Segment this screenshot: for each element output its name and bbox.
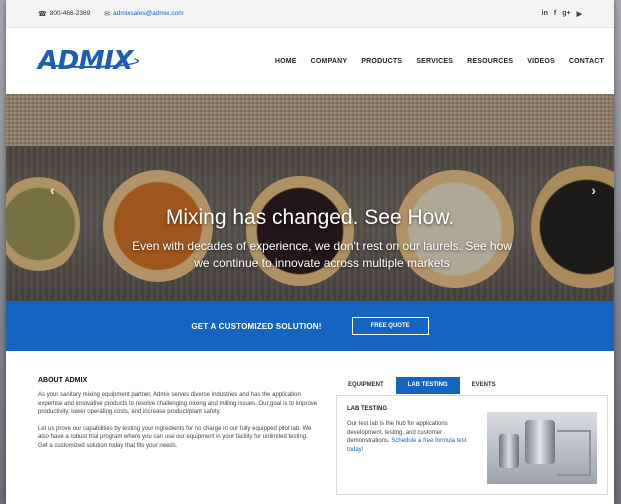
linkedin-icon[interactable]: in bbox=[542, 10, 548, 18]
tab-equipment[interactable]: EQUIPMENT bbox=[336, 377, 396, 394]
social-links: in f g+ ▶ bbox=[542, 10, 582, 18]
website-frame: ☎ 800-466-2369 ✉ admixsales@admix.com in… bbox=[6, 0, 614, 504]
cta-text: GET A CUSTOMIZED SOLUTION! bbox=[191, 321, 322, 331]
email-address: admixsales@admix.com bbox=[113, 10, 184, 17]
about-paragraph-2: Let us prove our capabilities by testing… bbox=[38, 425, 312, 449]
equipment-rail bbox=[557, 430, 591, 476]
admix-logo[interactable]: ADMIX bbox=[34, 46, 139, 76]
background-right bbox=[614, 0, 621, 504]
content-area: ABOUT ADMIX As your sanitary mixing equi… bbox=[6, 351, 614, 495]
tank-large bbox=[525, 420, 555, 464]
nav-resources[interactable]: RESOURCES bbox=[467, 58, 513, 65]
hero-subtext: Even with decades of experience, we don'… bbox=[132, 239, 512, 270]
about-paragraph-1: As your sanitary mixing equipment partne… bbox=[38, 392, 318, 416]
top-bar: ☎ 800-466-2369 ✉ admixsales@admix.com in… bbox=[6, 0, 614, 28]
tab-events[interactable]: EVENTS bbox=[460, 377, 508, 394]
tabs-section: EQUIPMENT LAB TESTING EVENTS LAB TESTING… bbox=[336, 377, 608, 495]
nav-contact[interactable]: CONTACT bbox=[569, 58, 604, 65]
phone-contact[interactable]: ☎ 800-466-2369 bbox=[38, 10, 90, 18]
tab-panel: LAB TESTING Our test lab is the hub for … bbox=[336, 395, 608, 495]
phone-number: 800-466-2369 bbox=[49, 10, 91, 17]
cta-banner: GET A CUSTOMIZED SOLUTION! FREE QUOTE bbox=[6, 301, 614, 351]
main-navbar: ADMIX HOME COMPANY PRODUCTS SERVICES RES… bbox=[6, 28, 614, 94]
hero-carousel: ‹ › Mixing has changed. See How. Even wi… bbox=[6, 94, 614, 301]
tab-bar: EQUIPMENT LAB TESTING EVENTS bbox=[336, 377, 608, 394]
hero-headline: Mixing has changed. See How. bbox=[165, 206, 455, 229]
nav-services[interactable]: SERVICES bbox=[416, 58, 453, 65]
nav-products[interactable]: PRODUCTS bbox=[361, 58, 402, 65]
google-plus-icon[interactable]: g+ bbox=[562, 10, 570, 18]
youtube-icon[interactable]: ▶ bbox=[577, 10, 582, 18]
tab-lab-testing[interactable]: LAB TESTING bbox=[395, 377, 460, 394]
chevron-left-icon[interactable]: ‹ bbox=[50, 182, 55, 198]
panel-text: Our test lab is the hub for applications… bbox=[347, 420, 475, 454]
primary-nav: HOME COMPANY PRODUCTS SERVICES RESOURCES… bbox=[275, 58, 604, 65]
logo-swoosh bbox=[34, 54, 139, 68]
nav-company[interactable]: COMPANY bbox=[311, 58, 348, 65]
tank-small bbox=[499, 434, 519, 468]
nav-videos[interactable]: VIDEOS bbox=[527, 58, 555, 65]
email-contact[interactable]: ✉ admixsales@admix.com bbox=[104, 10, 183, 18]
envelope-icon: ✉ bbox=[104, 10, 111, 18]
about-section: ABOUT ADMIX As your sanitary mixing equi… bbox=[38, 377, 318, 451]
phone-icon: ☎ bbox=[38, 10, 47, 18]
chevron-right-icon[interactable]: › bbox=[591, 182, 596, 198]
free-quote-button[interactable]: FREE QUOTE bbox=[351, 317, 429, 335]
facebook-icon[interactable]: f bbox=[554, 10, 556, 18]
lab-equipment-image bbox=[487, 412, 597, 484]
about-heading: ABOUT ADMIX bbox=[38, 377, 88, 384]
nav-home[interactable]: HOME bbox=[275, 58, 297, 65]
